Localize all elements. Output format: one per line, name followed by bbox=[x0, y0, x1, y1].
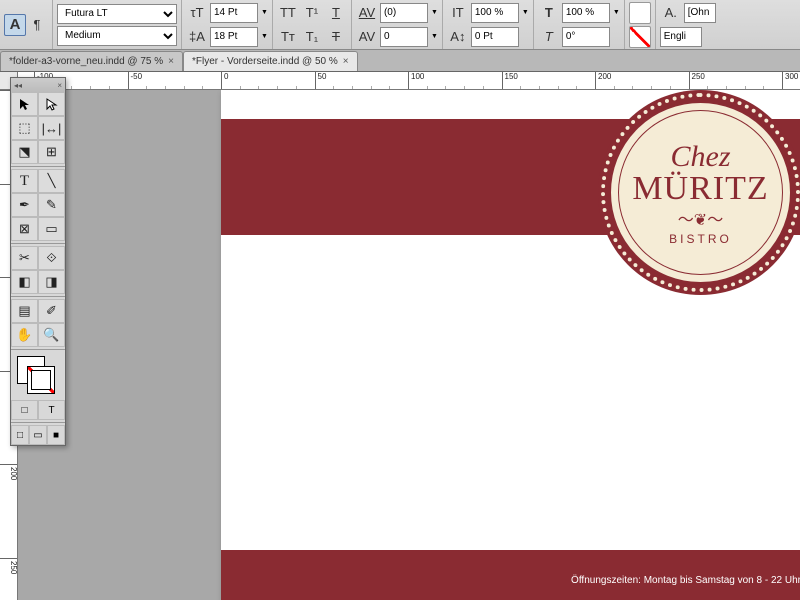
logo-badge[interactable]: Chez MÜRITZ 〜❦〜 BISTRO bbox=[598, 90, 800, 295]
vertical-scale-icon: IT bbox=[447, 2, 469, 24]
char-style-input[interactable] bbox=[684, 3, 716, 23]
document-tabs: *folder-a3-vorne_neu.indd @ 75 % × *Flyer… bbox=[0, 50, 800, 72]
screen-mode-preview[interactable]: ▭ bbox=[29, 425, 47, 445]
collapse-icon[interactable]: ◂◂ bbox=[14, 81, 22, 90]
rectangle-tool[interactable]: ▭ bbox=[38, 217, 65, 241]
tracking-input[interactable] bbox=[380, 27, 428, 47]
kerning-icon: AV bbox=[356, 2, 378, 24]
fill-swatch[interactable] bbox=[629, 2, 651, 24]
document-tab[interactable]: *Flyer - Vorderseite.indd @ 50 % × bbox=[183, 51, 358, 71]
baseline-shift-input[interactable] bbox=[471, 27, 519, 47]
gradient-feather-tool[interactable]: ◨ bbox=[38, 270, 65, 294]
content-collector-tool[interactable]: ⬔ bbox=[11, 140, 38, 164]
small-caps-button[interactable]: Tᴛ bbox=[277, 26, 299, 48]
screen-mode-normal[interactable]: □ bbox=[11, 425, 29, 445]
document-page[interactable]: Chez MÜRITZ 〜❦〜 BISTRO Öffnungszeiten: M… bbox=[221, 90, 800, 600]
close-icon[interactable]: × bbox=[343, 56, 349, 67]
font-size-input[interactable] bbox=[210, 3, 258, 23]
baseline-shift-icon: A↕ bbox=[447, 26, 469, 48]
type-control-bar: A ¶ Futura LT Medium τT▼ ‡A▼ TT T¹ T Tᴛ … bbox=[0, 0, 800, 50]
strikethrough-button[interactable]: Ŧ bbox=[325, 26, 347, 48]
pencil-tool[interactable]: ✎ bbox=[38, 193, 65, 217]
footer-text: Öffnungszeiten: Montag bis Samstag von 8… bbox=[571, 575, 800, 586]
content-placer-tool[interactable]: ⊞ bbox=[38, 140, 65, 164]
superscript-button[interactable]: T¹ bbox=[301, 2, 323, 24]
paragraph-mode-toggle[interactable]: ¶ bbox=[26, 14, 48, 36]
underline-button[interactable]: T bbox=[325, 2, 347, 24]
character-mode-toggle[interactable]: A bbox=[4, 14, 26, 36]
subscript-button[interactable]: T₁ bbox=[301, 26, 323, 48]
pen-tool[interactable]: ✒ bbox=[11, 193, 38, 217]
leading-input[interactable] bbox=[210, 27, 258, 47]
tab-label: *Flyer - Vorderseite.indd @ 50 % bbox=[192, 56, 338, 67]
font-size-icon: τT bbox=[186, 2, 208, 24]
kerning-input[interactable] bbox=[380, 3, 428, 23]
rectangle-frame-tool[interactable]: ⊠ bbox=[11, 217, 38, 241]
close-icon[interactable]: × bbox=[168, 56, 174, 67]
leading-icon: ‡A bbox=[186, 26, 208, 48]
direct-selection-tool[interactable] bbox=[38, 92, 65, 116]
apply-text-button[interactable]: T bbox=[38, 400, 65, 420]
close-icon[interactable]: × bbox=[57, 81, 62, 90]
line-tool[interactable]: ╲ bbox=[38, 169, 65, 193]
language-input[interactable] bbox=[660, 27, 702, 47]
gap-tool[interactable]: |↔| bbox=[38, 116, 65, 140]
vertical-scale-input[interactable] bbox=[471, 3, 519, 23]
apply-container-button[interactable]: □ bbox=[11, 400, 38, 420]
selection-tool[interactable] bbox=[11, 92, 38, 116]
horizontal-scale-icon: T bbox=[538, 2, 560, 24]
tracking-icon: AV bbox=[356, 26, 378, 48]
font-family-select[interactable]: Futura LT bbox=[57, 4, 177, 24]
badge-sub-text: BISTRO bbox=[669, 232, 732, 246]
skew-icon: T bbox=[538, 26, 560, 48]
document-tab[interactable]: *folder-a3-vorne_neu.indd @ 75 % × bbox=[0, 51, 183, 71]
zoom-tool[interactable]: 🔍 bbox=[38, 323, 65, 347]
tab-label: *folder-a3-vorne_neu.indd @ 75 % bbox=[9, 56, 163, 67]
skew-input[interactable] bbox=[562, 27, 610, 47]
screen-mode-presentation[interactable]: ■ bbox=[47, 425, 65, 445]
canvas[interactable]: Chez MÜRITZ 〜❦〜 BISTRO Öffnungszeiten: M… bbox=[18, 90, 800, 600]
stroke-swatch[interactable] bbox=[629, 26, 651, 48]
free-transform-tool[interactable]: ⟐ bbox=[38, 246, 65, 270]
eyedropper-tool[interactable]: ✐ bbox=[38, 299, 65, 323]
type-tool[interactable]: T bbox=[11, 169, 38, 193]
scissors-tool[interactable]: ✂ bbox=[11, 246, 38, 270]
note-tool[interactable]: ▤ bbox=[11, 299, 38, 323]
ornament-icon: 〜❦〜 bbox=[678, 206, 723, 230]
workspace: -100-50050100150200250300 05010015020025… bbox=[0, 72, 800, 600]
all-caps-button[interactable]: TT bbox=[277, 2, 299, 24]
tools-panel: ◂◂ × ⬚ |↔| ⬔ ⊞ T ╲ ✒ ✎ ⊠ ▭ ✂ ⟐ ◧ ◨ ▤ ✐ ✋ bbox=[10, 77, 66, 446]
stroke-color-swatch[interactable] bbox=[27, 366, 55, 394]
horizontal-ruler[interactable]: -100-50050100150200250300 bbox=[18, 72, 800, 90]
font-style-select[interactable]: Medium bbox=[57, 26, 177, 46]
gradient-swatch-tool[interactable]: ◧ bbox=[11, 270, 38, 294]
footer-band[interactable]: Öffnungszeiten: Montag bis Samstag von 8… bbox=[221, 550, 800, 600]
fill-stroke-swatches[interactable] bbox=[11, 352, 65, 400]
hand-tool[interactable]: ✋ bbox=[11, 323, 38, 347]
char-style-icon: A. bbox=[660, 2, 682, 24]
badge-main-text: MÜRITZ bbox=[632, 170, 768, 208]
horizontal-scale-input[interactable] bbox=[562, 3, 610, 23]
badge-script-text: Chez bbox=[671, 140, 731, 174]
panel-header[interactable]: ◂◂ × bbox=[11, 78, 65, 92]
page-tool[interactable]: ⬚ bbox=[11, 116, 38, 140]
